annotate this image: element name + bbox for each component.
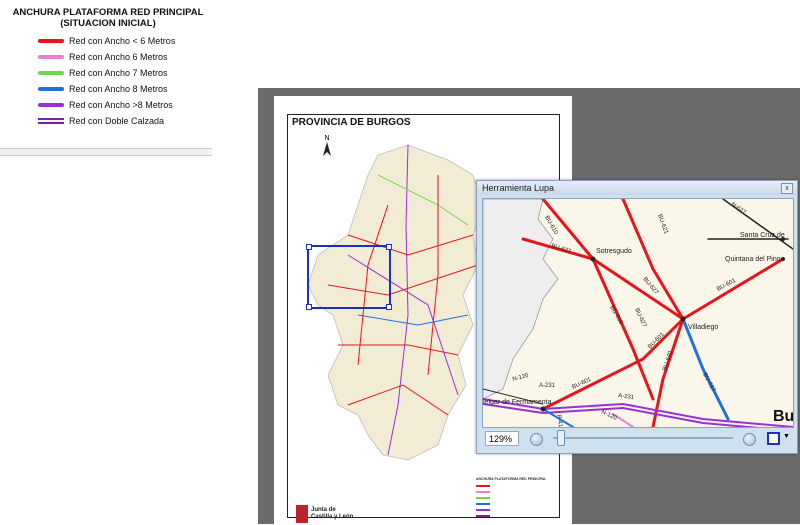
road-label: BU-627 — [550, 243, 572, 255]
legend-label: Red con Ancho 6 Metros — [69, 52, 168, 62]
resize-handle[interactable] — [306, 304, 312, 310]
resize-handle[interactable] — [386, 304, 392, 310]
road-label: BU-601 — [647, 331, 666, 350]
chevron-down-icon[interactable]: ▼ — [783, 433, 790, 440]
coat-of-arms-icon — [296, 505, 308, 523]
legend-item: Red con Ancho 8 Metros — [38, 82, 168, 96]
legend-title-line2: (SITUACION INICIAL) — [60, 18, 156, 29]
legend-swatch — [38, 71, 64, 75]
close-button[interactable]: x — [781, 183, 793, 194]
zoom-in-button[interactable] — [743, 433, 756, 446]
resize-handle[interactable] — [386, 244, 392, 250]
logo-line1: Junta de — [311, 507, 336, 513]
resize-handle[interactable] — [306, 244, 312, 250]
road-label: BU-621 — [656, 214, 669, 236]
legend-swatch — [38, 55, 64, 59]
magnified-map: Santa Cruz de Quintana del Pino Sotresgu… — [483, 199, 793, 427]
place-quintana: Quintana del Pino — [725, 256, 781, 263]
road-label: P-410 — [555, 414, 564, 427]
road-label: BU-627 — [701, 372, 716, 393]
legend-swatch — [38, 39, 64, 43]
legend-item: Red con Ancho < 6 Metros — [38, 34, 175, 48]
legend-label: Red con Ancho 8 Metros — [69, 84, 168, 94]
magnifier-view[interactable]: Santa Cruz de Quintana del Pino Sotresgu… — [482, 198, 794, 428]
legend-swatch — [38, 87, 64, 91]
magnifier-title: Herramienta Lupa — [482, 183, 555, 193]
legend-label: Red con Doble Calzada — [69, 116, 165, 126]
legend-label: Red con Ancho >8 Metros — [69, 100, 173, 110]
mini-legend-title: ANCHURA PLATAFORMA RED PRINCIPAL — [476, 477, 547, 481]
selection-rectangle-icon[interactable] — [767, 432, 780, 445]
legend-label: Red con Ancho 7 Metros — [69, 68, 168, 78]
legend-item: Red con Doble Calzada — [38, 114, 164, 128]
zoom-out-button[interactable] — [530, 433, 543, 446]
zoom-slider-thumb[interactable] — [557, 430, 565, 446]
legend-title-line1: ANCHURA PLATAFORMA RED PRINCIPAL — [12, 7, 204, 18]
logo-line2: Castilla y León — [311, 514, 354, 520]
road-label: BU-601 — [716, 278, 737, 293]
toolbar-stub — [0, 148, 212, 156]
road-label: BU-610 — [608, 305, 624, 326]
legend-item: Red con Ancho >8 Metros — [38, 98, 173, 112]
legend-label: Red con Ancho < 6 Metros — [69, 36, 176, 46]
road-label: A-231 — [618, 393, 635, 401]
junta-logo: Junta de Castilla y León — [296, 503, 360, 525]
road-label: BU-640 — [662, 350, 674, 372]
road-label: N-120 — [600, 409, 618, 422]
legend-item: Red con Ancho 7 Metros — [38, 66, 168, 80]
place-melgar: lelgar de Fermamenta — [483, 399, 552, 406]
legend-swatch — [38, 103, 64, 107]
place-burgos-partial: Bu — [773, 408, 793, 425]
road-label: N-120 — [512, 373, 530, 383]
zoom-slider-track[interactable] — [553, 437, 733, 439]
mini-legend: ANCHURA PLATAFORMA RED PRINCIPAL — [476, 477, 556, 517]
road-label: A-231 — [539, 383, 556, 389]
legend-item: Red con Ancho 6 Metros — [38, 50, 168, 64]
place-sotresgudo: Sotresgudo — [596, 248, 632, 255]
magnifier-titlebar[interactable]: Herramienta Lupa x — [477, 181, 797, 195]
legend-swatch-double — [38, 118, 64, 124]
road-label: BU-627 — [633, 307, 647, 329]
magnifier-toolbar: 129% ▼ — [477, 428, 797, 453]
zoom-level-field[interactable]: 129% — [485, 431, 519, 446]
magnifier-selection-box[interactable] — [306, 244, 392, 310]
place-villadiego: Villadiego — [688, 324, 718, 331]
legend-title: ANCHURA PLATAFORMA RED PRINCIPAL (SITUAC… — [8, 7, 208, 29]
magnifier-window[interactable]: Herramienta Lupa x Santa Cruz de Quintan… — [476, 180, 798, 454]
place-santa-cruz: Santa Cruz de — [740, 232, 785, 239]
